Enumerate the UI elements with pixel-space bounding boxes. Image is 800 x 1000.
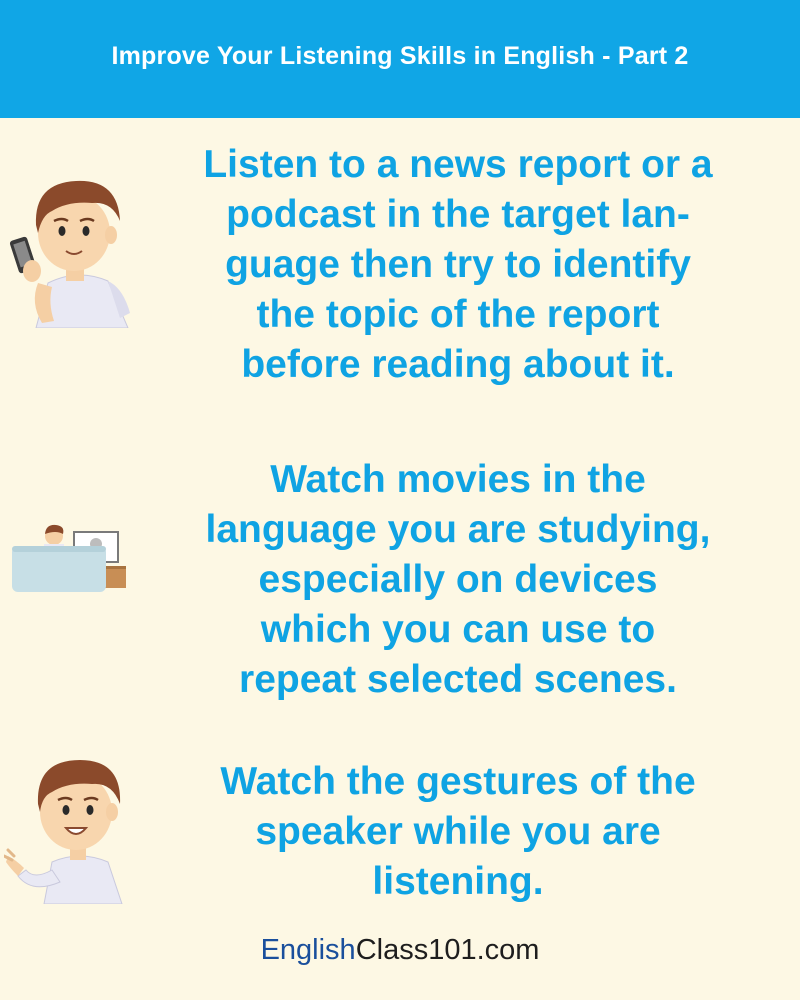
tip-line: speaker while you are [255,810,661,853]
person-watching-tv-icon [12,524,126,592]
tip-line: Watch movies in the [270,458,646,501]
tip-watch-gestures: Watch the gestures of the speaker while … [150,757,766,907]
tip-line: Watch the gestures of the [220,760,696,803]
tip-line: listening. [372,860,544,903]
tip-line: repeat selected scenes. [239,658,677,701]
brand-name-part1: English [260,934,356,966]
tip-watch-movies: Watch movies in the language you are stu… [150,455,766,705]
brand-footer: EnglishClass101.com [0,934,800,967]
tip-line: podcast in the target lan- [226,193,690,236]
tip-line: which you can use to [260,608,656,651]
header-banner: Improve Your Listening Skills in English… [0,0,800,118]
tip-line: guage then try to identify [225,243,691,286]
tip-line: language you are studying, [205,508,711,551]
man-gesturing-icon [4,760,123,904]
tip-line: before reading about it. [241,343,675,386]
man-with-phone-icon [9,180,130,328]
tip-line: the topic of the report [256,293,660,336]
tip-line: especially on devices [258,558,658,601]
tip-line: Listen to a news report or a [203,143,713,186]
brand-name-part2: Class101.com [355,934,540,966]
tip-news-report: Listen to a news report or a podcast in … [150,140,766,390]
page-title: Improve Your Listening Skills in English… [111,41,689,70]
